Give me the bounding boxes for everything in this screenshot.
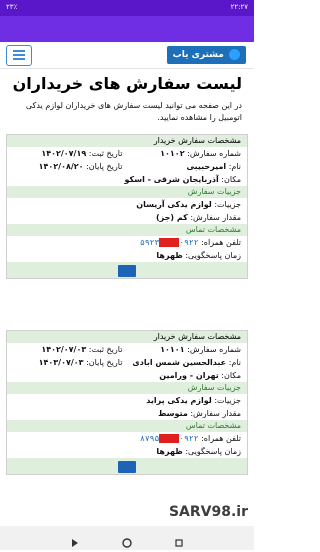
phone[interactable]: تلفن همراه: ۰۹۲۲۵۹۲۳ (7, 236, 247, 249)
envelope-icon (118, 461, 136, 473)
end-date: تاریخ پایان: ۱۴۰۲/۰۸/۲۰ (38, 162, 123, 171)
redaction-mark (159, 238, 180, 247)
registration-date: تاریخ ثبت: ۱۴۰۲/۰۷/۰۳ (41, 345, 123, 354)
response-hours: زمان پاسخگویی: ظهرها (156, 251, 241, 260)
user-logo-icon (229, 49, 240, 60)
section-header: مشخصات سفارش خریدار (7, 331, 247, 343)
status-time: ۲۲:۲۷ (230, 3, 248, 11)
order-amount: مقدار سفارش: کم (جز) (156, 213, 241, 222)
details-section-header: جزییات سفارش (7, 186, 247, 198)
brand-logo[interactable]: مشتری یاب (166, 46, 246, 64)
order-amount: مقدار سفارش: متوسط (158, 409, 241, 418)
buyer-name: نام: امیرحبیبی (186, 162, 241, 171)
location: مکان: آذربایجان شرقی - اسکو (124, 175, 241, 184)
section-header: مشخصات سفارش خریدار (7, 135, 247, 147)
site-header: مشتری یاب (0, 42, 254, 69)
menu-line (13, 50, 25, 52)
envelope-icon (118, 265, 136, 277)
end-date: تاریخ پایان: ۱۴۰۳/۰۷/۰۳ (38, 358, 123, 367)
watermark: SARV98.ir (168, 504, 248, 520)
registration-date: تاریخ ثبت: ۱۴۰۲/۰۷/۱۹ (41, 149, 123, 158)
page-description: در این صفحه می توانید لیست سفارش های خری… (25, 101, 242, 122)
status-bar: ۲۳٪ ۲۲:۲۷ (0, 0, 254, 16)
order-number: شماره سفارش: ۱۰۱۰۲ (160, 149, 241, 158)
order-section-title: مشخصات سفارش خریدار (153, 332, 241, 341)
contact-mail-button[interactable] (7, 458, 247, 474)
order-section-title: مشخصات سفارش خریدار (153, 136, 241, 145)
response-hours: زمان پاسخگویی: ظهرها (156, 447, 241, 456)
order-details: جزییات: لوازم یدکی پراید (146, 396, 241, 405)
android-nav-bar (0, 526, 254, 550)
order-meta-row: شماره سفارش: ۱۰۱۰۱ تاریخ ثبت: ۱۴۰۲/۰۷/۰۳ (7, 343, 247, 356)
buyer-name: نام: عبدالحسین شمس ابادی (132, 358, 241, 367)
back-nav-icon[interactable] (70, 533, 80, 547)
brand-name: مشتری یاب (172, 50, 224, 60)
details-section-header: جزییات سفارش (7, 382, 247, 394)
location: مکان: تهران - ورامین (159, 371, 241, 380)
home-nav-icon[interactable] (122, 533, 132, 548)
contact-section-header: مشخصات تماس (7, 224, 247, 236)
menu-line (13, 58, 25, 60)
order-card: مشخصات سفارش خریدار شماره سفارش: ۱۰۱۰۱ ت… (6, 330, 248, 475)
order-meta-row: نام: امیرحبیبی تاریخ پایان: ۱۴۰۲/۰۸/۲۰ (7, 160, 247, 173)
page-title: لیست سفارش های خریداران (12, 74, 242, 93)
redaction-mark (159, 434, 180, 443)
phone[interactable]: تلفن همراه: ۰۹۲۲۸۷۹۵ (7, 432, 247, 445)
order-details: جزییات: لوازم یدکی آریسان (136, 200, 241, 209)
hamburger-menu-button[interactable] (6, 45, 32, 66)
order-number: شماره سفارش: ۱۰۱۰۱ (160, 345, 241, 354)
order-meta-row: نام: عبدالحسین شمس ابادی تاریخ پایان: ۱۴… (7, 356, 247, 369)
app-bar (0, 16, 254, 42)
contact-section-header: مشخصات تماس (7, 420, 247, 432)
contact-mail-button[interactable] (7, 262, 247, 278)
battery-level: ۲۳٪ (6, 3, 18, 11)
menu-line (13, 54, 25, 56)
recents-nav-icon[interactable] (174, 533, 184, 547)
order-card: مشخصات سفارش خریدار شماره سفارش: ۱۰۱۰۲ ت… (6, 134, 248, 279)
order-meta-row: شماره سفارش: ۱۰۱۰۲ تاریخ ثبت: ۱۴۰۲/۰۷/۱۹ (7, 147, 247, 160)
